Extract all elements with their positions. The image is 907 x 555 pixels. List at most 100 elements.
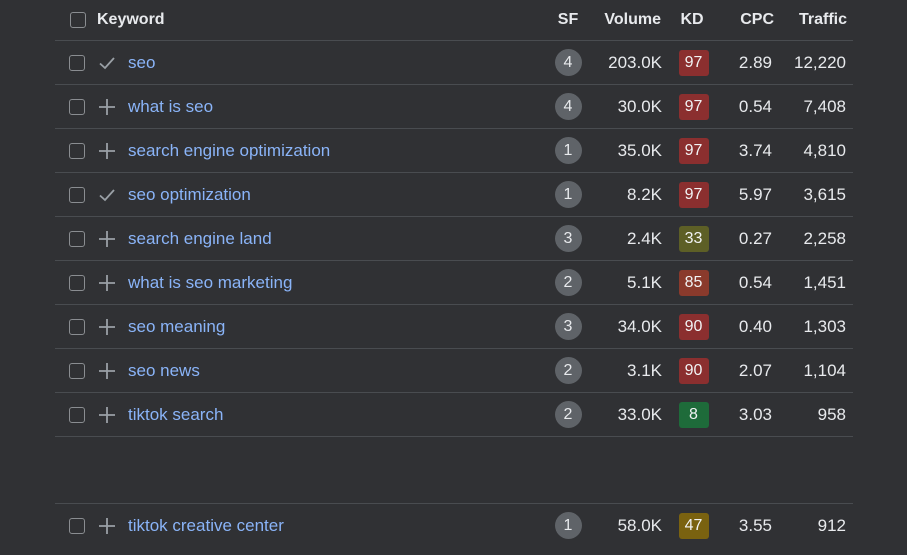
kd-badge: 47 bbox=[678, 512, 709, 539]
keyword-link[interactable]: seo news bbox=[128, 349, 200, 392]
volume-value: 3.1K bbox=[627, 360, 662, 380]
kd-cell: 90 bbox=[678, 305, 709, 348]
keyword-link[interactable]: what is seo marketing bbox=[128, 261, 292, 304]
sf-column-header[interactable]: SF bbox=[556, 0, 580, 40]
cpc-column-header[interactable]: CPC bbox=[730, 0, 774, 40]
keyword-column-header[interactable]: Keyword bbox=[97, 0, 165, 40]
plus-icon[interactable] bbox=[96, 228, 118, 250]
kd-badge: 8 bbox=[678, 401, 709, 428]
table-row: seo meaning 3 34.0K 90 0.40 1,303 bbox=[55, 305, 853, 349]
plus-icon[interactable] bbox=[96, 515, 118, 537]
traffic-value: 7,408 bbox=[803, 96, 846, 116]
traffic-value: 1,104 bbox=[803, 360, 846, 380]
kd-cell: 97 bbox=[678, 173, 709, 216]
cpc-value: 3.74 bbox=[738, 140, 772, 160]
kd-cell: 85 bbox=[678, 261, 709, 304]
row-checkbox[interactable] bbox=[69, 517, 85, 534]
kd-badge: 97 bbox=[678, 181, 709, 208]
table-row: what is seo 4 30.0K 97 0.54 7,408 bbox=[55, 85, 853, 129]
row-checkbox[interactable] bbox=[69, 230, 85, 247]
sf-badge[interactable]: 2 bbox=[554, 401, 582, 428]
check-icon[interactable] bbox=[96, 52, 118, 74]
keyword-link[interactable]: tiktok creative center bbox=[128, 504, 284, 547]
volume-value: 58.0K bbox=[617, 515, 662, 535]
sf-badge[interactable]: 4 bbox=[554, 49, 582, 76]
plus-icon[interactable] bbox=[96, 140, 118, 162]
volume-value: 8.2K bbox=[627, 184, 662, 204]
kd-badge: 97 bbox=[678, 137, 709, 164]
sf-badge[interactable]: 3 bbox=[554, 313, 582, 340]
volume-value: 30.0K bbox=[617, 96, 662, 116]
sf-cell: 1 bbox=[554, 173, 582, 216]
sf-cell: 3 bbox=[554, 305, 582, 348]
plus-icon[interactable] bbox=[96, 360, 118, 382]
table-row: seo 4 203.0K 97 2.89 12,220 bbox=[55, 41, 853, 85]
table-body: seo 4 203.0K 97 2.89 12,220 what is seo … bbox=[55, 41, 853, 547]
keyword-link[interactable]: search engine land bbox=[128, 217, 272, 260]
kd-cell: 47 bbox=[678, 504, 709, 547]
keyword-link[interactable]: seo optimization bbox=[128, 173, 251, 216]
kd-cell: 90 bbox=[678, 349, 709, 392]
sf-badge[interactable]: 2 bbox=[554, 269, 582, 296]
sf-badge[interactable]: 1 bbox=[554, 512, 582, 539]
row-checkbox[interactable] bbox=[69, 274, 85, 291]
sf-cell: 2 bbox=[554, 393, 582, 436]
plus-icon[interactable] bbox=[96, 404, 118, 426]
cpc-value: 5.97 bbox=[738, 184, 772, 204]
table-row: what is seo marketing 2 5.1K 85 0.54 1,4… bbox=[55, 261, 853, 305]
row-checkbox[interactable] bbox=[69, 362, 85, 379]
kd-cell: 8 bbox=[678, 393, 709, 436]
empty-gap bbox=[55, 437, 853, 504]
table-row: seo news 2 3.1K 90 2.07 1,104 bbox=[55, 349, 853, 393]
kd-badge: 33 bbox=[678, 225, 709, 252]
plus-icon[interactable] bbox=[96, 96, 118, 118]
table-row: search engine land 3 2.4K 33 0.27 2,258 bbox=[55, 217, 853, 261]
table-row: seo optimization 1 8.2K 97 5.97 3,615 bbox=[55, 173, 853, 217]
row-checkbox[interactable] bbox=[69, 54, 85, 71]
kd-column-header[interactable]: KD bbox=[676, 0, 708, 40]
row-checkbox[interactable] bbox=[69, 318, 85, 335]
volume-column-header[interactable]: Volume bbox=[595, 0, 661, 40]
plus-icon[interactable] bbox=[96, 316, 118, 338]
kd-badge: 85 bbox=[678, 269, 709, 296]
sf-badge[interactable]: 1 bbox=[554, 137, 582, 164]
cpc-value: 0.40 bbox=[738, 316, 772, 336]
volume-value: 33.0K bbox=[617, 404, 662, 424]
keyword-link[interactable]: seo meaning bbox=[128, 305, 225, 348]
volume-value: 34.0K bbox=[617, 316, 662, 336]
keyword-link[interactable]: what is seo bbox=[128, 85, 213, 128]
volume-value: 5.1K bbox=[627, 272, 662, 292]
table-row: tiktok creative center 1 58.0K 47 3.55 9… bbox=[55, 504, 853, 547]
row-checkbox[interactable] bbox=[69, 406, 85, 423]
cpc-value: 0.54 bbox=[738, 96, 772, 116]
kd-badge: 97 bbox=[678, 49, 709, 76]
sf-cell: 1 bbox=[554, 129, 582, 172]
keyword-table: Keyword SF Volume KD CPC Traffic seo 4 2… bbox=[55, 0, 853, 547]
sf-cell: 4 bbox=[554, 85, 582, 128]
sf-badge[interactable]: 2 bbox=[554, 357, 582, 384]
cpc-value: 2.07 bbox=[738, 360, 772, 380]
check-icon[interactable] bbox=[96, 184, 118, 206]
keyword-link[interactable]: seo bbox=[128, 41, 155, 84]
sf-cell: 3 bbox=[554, 217, 582, 260]
row-checkbox[interactable] bbox=[69, 186, 85, 203]
table-row: search engine optimization 1 35.0K 97 3.… bbox=[55, 129, 853, 173]
traffic-column-header[interactable]: Traffic bbox=[799, 0, 853, 40]
keyword-link[interactable]: tiktok search bbox=[128, 393, 223, 436]
volume-value: 35.0K bbox=[617, 140, 662, 160]
keyword-link[interactable]: search engine optimization bbox=[128, 129, 330, 172]
row-checkbox[interactable] bbox=[69, 98, 85, 115]
row-checkbox[interactable] bbox=[69, 142, 85, 159]
cpc-value: 3.03 bbox=[738, 404, 772, 424]
kd-cell: 97 bbox=[678, 85, 709, 128]
sf-badge[interactable]: 3 bbox=[554, 225, 582, 252]
kd-cell: 97 bbox=[678, 41, 709, 84]
traffic-value: 1,451 bbox=[803, 272, 846, 292]
sf-badge[interactable]: 4 bbox=[554, 93, 582, 120]
select-all-checkbox[interactable] bbox=[70, 12, 86, 28]
plus-icon[interactable] bbox=[96, 272, 118, 294]
kd-cell: 33 bbox=[678, 217, 709, 260]
sf-badge[interactable]: 1 bbox=[554, 181, 582, 208]
cpc-value: 3.55 bbox=[738, 515, 772, 535]
traffic-value: 958 bbox=[817, 404, 846, 424]
